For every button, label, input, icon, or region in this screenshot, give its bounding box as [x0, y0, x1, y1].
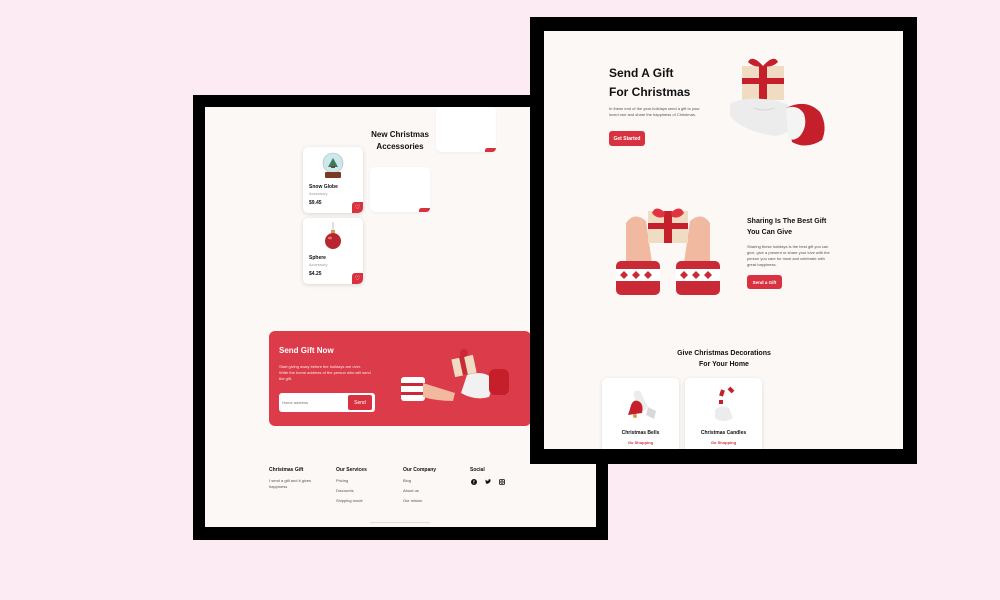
footer-link-shipping[interactable]: Shipping mode	[336, 498, 363, 503]
go-shopping-link[interactable]: Go Shopping	[602, 440, 679, 445]
go-shopping-link[interactable]: Go Shopping	[685, 440, 762, 445]
product-card-snow-globe[interactable]: Snow Globe Accessory $9.45 ♡	[303, 147, 363, 213]
favorite-button[interactable]: ♡	[352, 202, 363, 213]
share-title: Sharing Is The Best Gift You Can Give	[747, 216, 826, 238]
right-device-frame: Send A Gift For Christmas In these end o…	[530, 17, 917, 464]
decorations-title-line2: For Your Home	[699, 361, 749, 368]
hands-gift-illustration	[616, 208, 720, 295]
product-price: $9.45	[309, 200, 322, 206]
send-button[interactable]: Send	[348, 395, 372, 410]
product-card-hidden-1[interactable]	[370, 167, 430, 212]
gift-hand-illustration	[401, 349, 509, 401]
favorite-button[interactable]	[485, 148, 496, 152]
footer-company-title: Our Company	[403, 467, 437, 473]
christmas-bell-icon	[628, 390, 656, 419]
facebook-icon[interactable]: f	[470, 478, 477, 485]
product-category: Accessory	[309, 262, 328, 267]
footer-services-title: Our Services	[336, 467, 367, 473]
decorations-title: Give Christmas Decorations For Your Home	[644, 348, 804, 370]
footer-social-title: Social	[470, 467, 485, 473]
footer-link-blog[interactable]: Blog	[403, 478, 411, 483]
decoration-name: Christmas Bells	[621, 430, 660, 436]
heart-icon: ♡	[354, 276, 361, 282]
hero-title-line2: For Christmas	[609, 85, 691, 99]
favorite-button[interactable]	[419, 208, 430, 212]
address-input[interactable]	[282, 397, 342, 408]
favorite-button[interactable]: ♡	[352, 273, 363, 284]
send-gift-title: Send Gift Now	[279, 346, 334, 355]
product-price: $4.25	[309, 271, 322, 277]
decoration-name: Christmas Candles	[700, 430, 747, 436]
hero-text: In these end of the year holidays send a…	[609, 106, 700, 117]
twitter-icon[interactable]	[484, 478, 491, 485]
share-title-line1: Sharing Is The Best Gift	[747, 218, 827, 225]
candy-cane-icon	[715, 385, 735, 421]
snow-globe-icon	[322, 152, 344, 178]
share-title-line2: You Can Give	[747, 229, 792, 236]
instagram-icon[interactable]	[498, 478, 505, 485]
footer-link-mision[interactable]: Our mision	[403, 498, 422, 503]
send-gift-text: Start giving away before the holidays ar…	[279, 364, 371, 381]
address-form: Send	[279, 393, 375, 412]
ornament-ball-icon	[325, 222, 341, 249]
hero-title-line1: Send A Gift	[609, 66, 674, 80]
right-screen: Send A Gift For Christmas In these end o…	[544, 31, 903, 449]
hero-title: Send A Gift For Christmas	[609, 64, 690, 102]
gift-glove-illustration	[730, 58, 825, 146]
send-a-gift-button[interactable]: Send a Gift	[747, 275, 782, 289]
footer-divider	[370, 522, 430, 523]
decoration-card-bells[interactable]: Christmas Bells Go Shopping	[602, 378, 679, 449]
product-name: Snow Globe	[309, 184, 338, 190]
get-started-button[interactable]: Get Started	[609, 131, 645, 146]
footer-link-about[interactable]: About us	[403, 488, 419, 493]
decoration-card-candles[interactable]: Christmas Candles Go Shopping	[685, 378, 762, 449]
share-text: Sharing these holidays is the best gift …	[747, 244, 830, 267]
product-card-hidden-2[interactable]	[436, 107, 496, 152]
send-gift-banner: Send Gift Now Start giving away before t…	[269, 331, 531, 426]
product-name: Sphere	[309, 255, 326, 261]
product-card-sphere[interactable]: Sphere Accessory $4.25 ♡	[303, 218, 363, 284]
footer-link-discounts[interactable]: Discounts	[336, 488, 354, 493]
decorations-title-line1: Give Christmas Decorations	[677, 350, 771, 357]
product-category: Accessory	[309, 191, 328, 196]
footer-link-pricing[interactable]: Pricing	[336, 478, 348, 483]
footer-brand-title: Christmas Gift	[269, 467, 304, 473]
heart-icon: ♡	[354, 205, 361, 211]
footer-brand-text: I send a gift and it gives happiness	[269, 478, 312, 489]
